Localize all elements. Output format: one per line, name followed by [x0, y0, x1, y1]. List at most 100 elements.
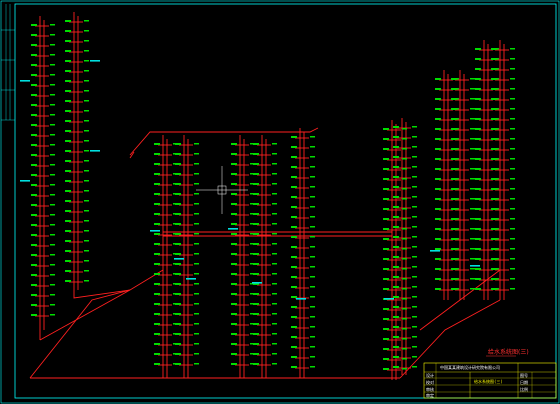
fixture-marker	[154, 173, 160, 175]
fixture-marker	[491, 128, 497, 130]
fixture-marker	[393, 326, 399, 328]
fixture-marker	[154, 353, 160, 355]
fixture-marker	[291, 336, 297, 338]
fixture-marker	[50, 74, 55, 76]
fixture-marker	[383, 338, 389, 340]
fixture-marker	[84, 100, 89, 102]
binding-strip	[1, 4, 15, 121]
fixture-marker	[291, 246, 297, 248]
fixture-marker	[31, 174, 37, 176]
fixture-marker	[475, 258, 481, 260]
fixture-marker	[510, 128, 515, 130]
fixture-marker	[84, 120, 89, 122]
fixture-marker	[253, 243, 259, 245]
fixture-marker	[31, 224, 37, 226]
fixture-marker	[412, 236, 417, 238]
fixture-marker	[510, 108, 515, 110]
fixture-marker	[253, 343, 259, 345]
fixture-marker	[253, 333, 259, 335]
fixture-marker	[412, 346, 417, 348]
fixture-marker	[84, 20, 89, 22]
fixture-marker	[470, 238, 475, 240]
riser-tag	[252, 282, 262, 284]
fixture-marker	[194, 183, 199, 185]
fixture-marker	[194, 243, 199, 245]
fixture-marker	[50, 44, 55, 46]
fixture-marker	[31, 24, 37, 26]
fixture-marker	[310, 226, 315, 228]
fixture-marker	[310, 336, 315, 338]
fixture-marker	[194, 193, 199, 195]
riser-tag	[90, 60, 100, 62]
fixture-marker	[491, 258, 497, 260]
fixture-marker	[253, 163, 259, 165]
fixture-marker	[231, 223, 237, 225]
fixture-marker	[412, 306, 417, 308]
fixture-marker	[84, 90, 89, 92]
fixture-marker	[65, 50, 71, 52]
fixture-marker	[402, 358, 407, 360]
fixture-marker	[510, 198, 515, 200]
fixture-marker	[50, 194, 55, 196]
fixture-marker	[393, 206, 399, 208]
fixture-marker	[291, 276, 297, 278]
fixture-marker	[231, 343, 237, 345]
fixture-marker	[510, 278, 515, 280]
fixture-marker	[231, 363, 237, 365]
fixture-marker	[393, 196, 399, 198]
fixture-marker	[491, 238, 497, 240]
fixture-marker	[84, 40, 89, 42]
fixture-marker	[84, 110, 89, 112]
fixture-marker	[491, 288, 497, 290]
fixture-marker	[253, 143, 259, 145]
fixture-marker	[50, 184, 55, 186]
fixture-marker	[402, 238, 407, 240]
fixture-marker	[451, 88, 457, 90]
fixture-marker	[475, 118, 481, 120]
fixture-marker	[470, 198, 475, 200]
fixture-marker	[194, 233, 199, 235]
fixture-marker	[402, 328, 407, 330]
fixture-marker	[65, 120, 71, 122]
fixture-marker	[291, 286, 297, 288]
fixture-marker	[154, 253, 160, 255]
fixture-marker	[491, 168, 497, 170]
fixture-marker	[272, 313, 277, 315]
fixture-marker	[435, 238, 441, 240]
fixture-marker	[50, 214, 55, 216]
fixture-marker	[31, 34, 37, 36]
fixture-marker	[194, 253, 199, 255]
riser-tag	[20, 180, 30, 182]
fixture-marker	[84, 240, 89, 242]
fixture-marker	[491, 108, 497, 110]
fixture-marker	[412, 266, 417, 268]
fixture-marker	[175, 143, 181, 145]
fixture-marker	[84, 230, 89, 232]
fixture-marker	[175, 163, 181, 165]
fixture-marker	[50, 274, 55, 276]
fixture-marker	[272, 173, 277, 175]
fixture-marker	[31, 44, 37, 46]
fixture-marker	[154, 343, 160, 345]
fixture-marker	[491, 98, 497, 100]
fixture-marker	[154, 313, 160, 315]
fixture-marker	[393, 256, 399, 258]
fixture-marker	[310, 146, 315, 148]
fixture-marker	[175, 293, 181, 295]
fixture-marker	[491, 138, 497, 140]
cad-drawing-canvas[interactable]: 给水系统图(三) 中国某某建筑设计研究院有限公司 给水系统图(三) 设计 校对 …	[0, 0, 560, 404]
fixture-marker	[310, 356, 315, 358]
fixture-marker	[510, 208, 515, 210]
fixture-marker	[253, 223, 259, 225]
fixture-marker	[253, 313, 259, 315]
fixture-marker	[470, 168, 475, 170]
fixture-marker	[154, 143, 160, 145]
title-block: 中国某某建筑设计研究院有限公司 给水系统图(三) 设计 校对 审核 审定 图号 …	[423, 362, 557, 399]
fixture-marker	[175, 153, 181, 155]
fixture-marker	[491, 188, 497, 190]
fixture-marker	[475, 48, 481, 50]
fixture-marker	[470, 208, 475, 210]
fixture-marker	[291, 146, 297, 148]
fixture-marker	[435, 158, 441, 160]
fixture-marker	[310, 306, 315, 308]
